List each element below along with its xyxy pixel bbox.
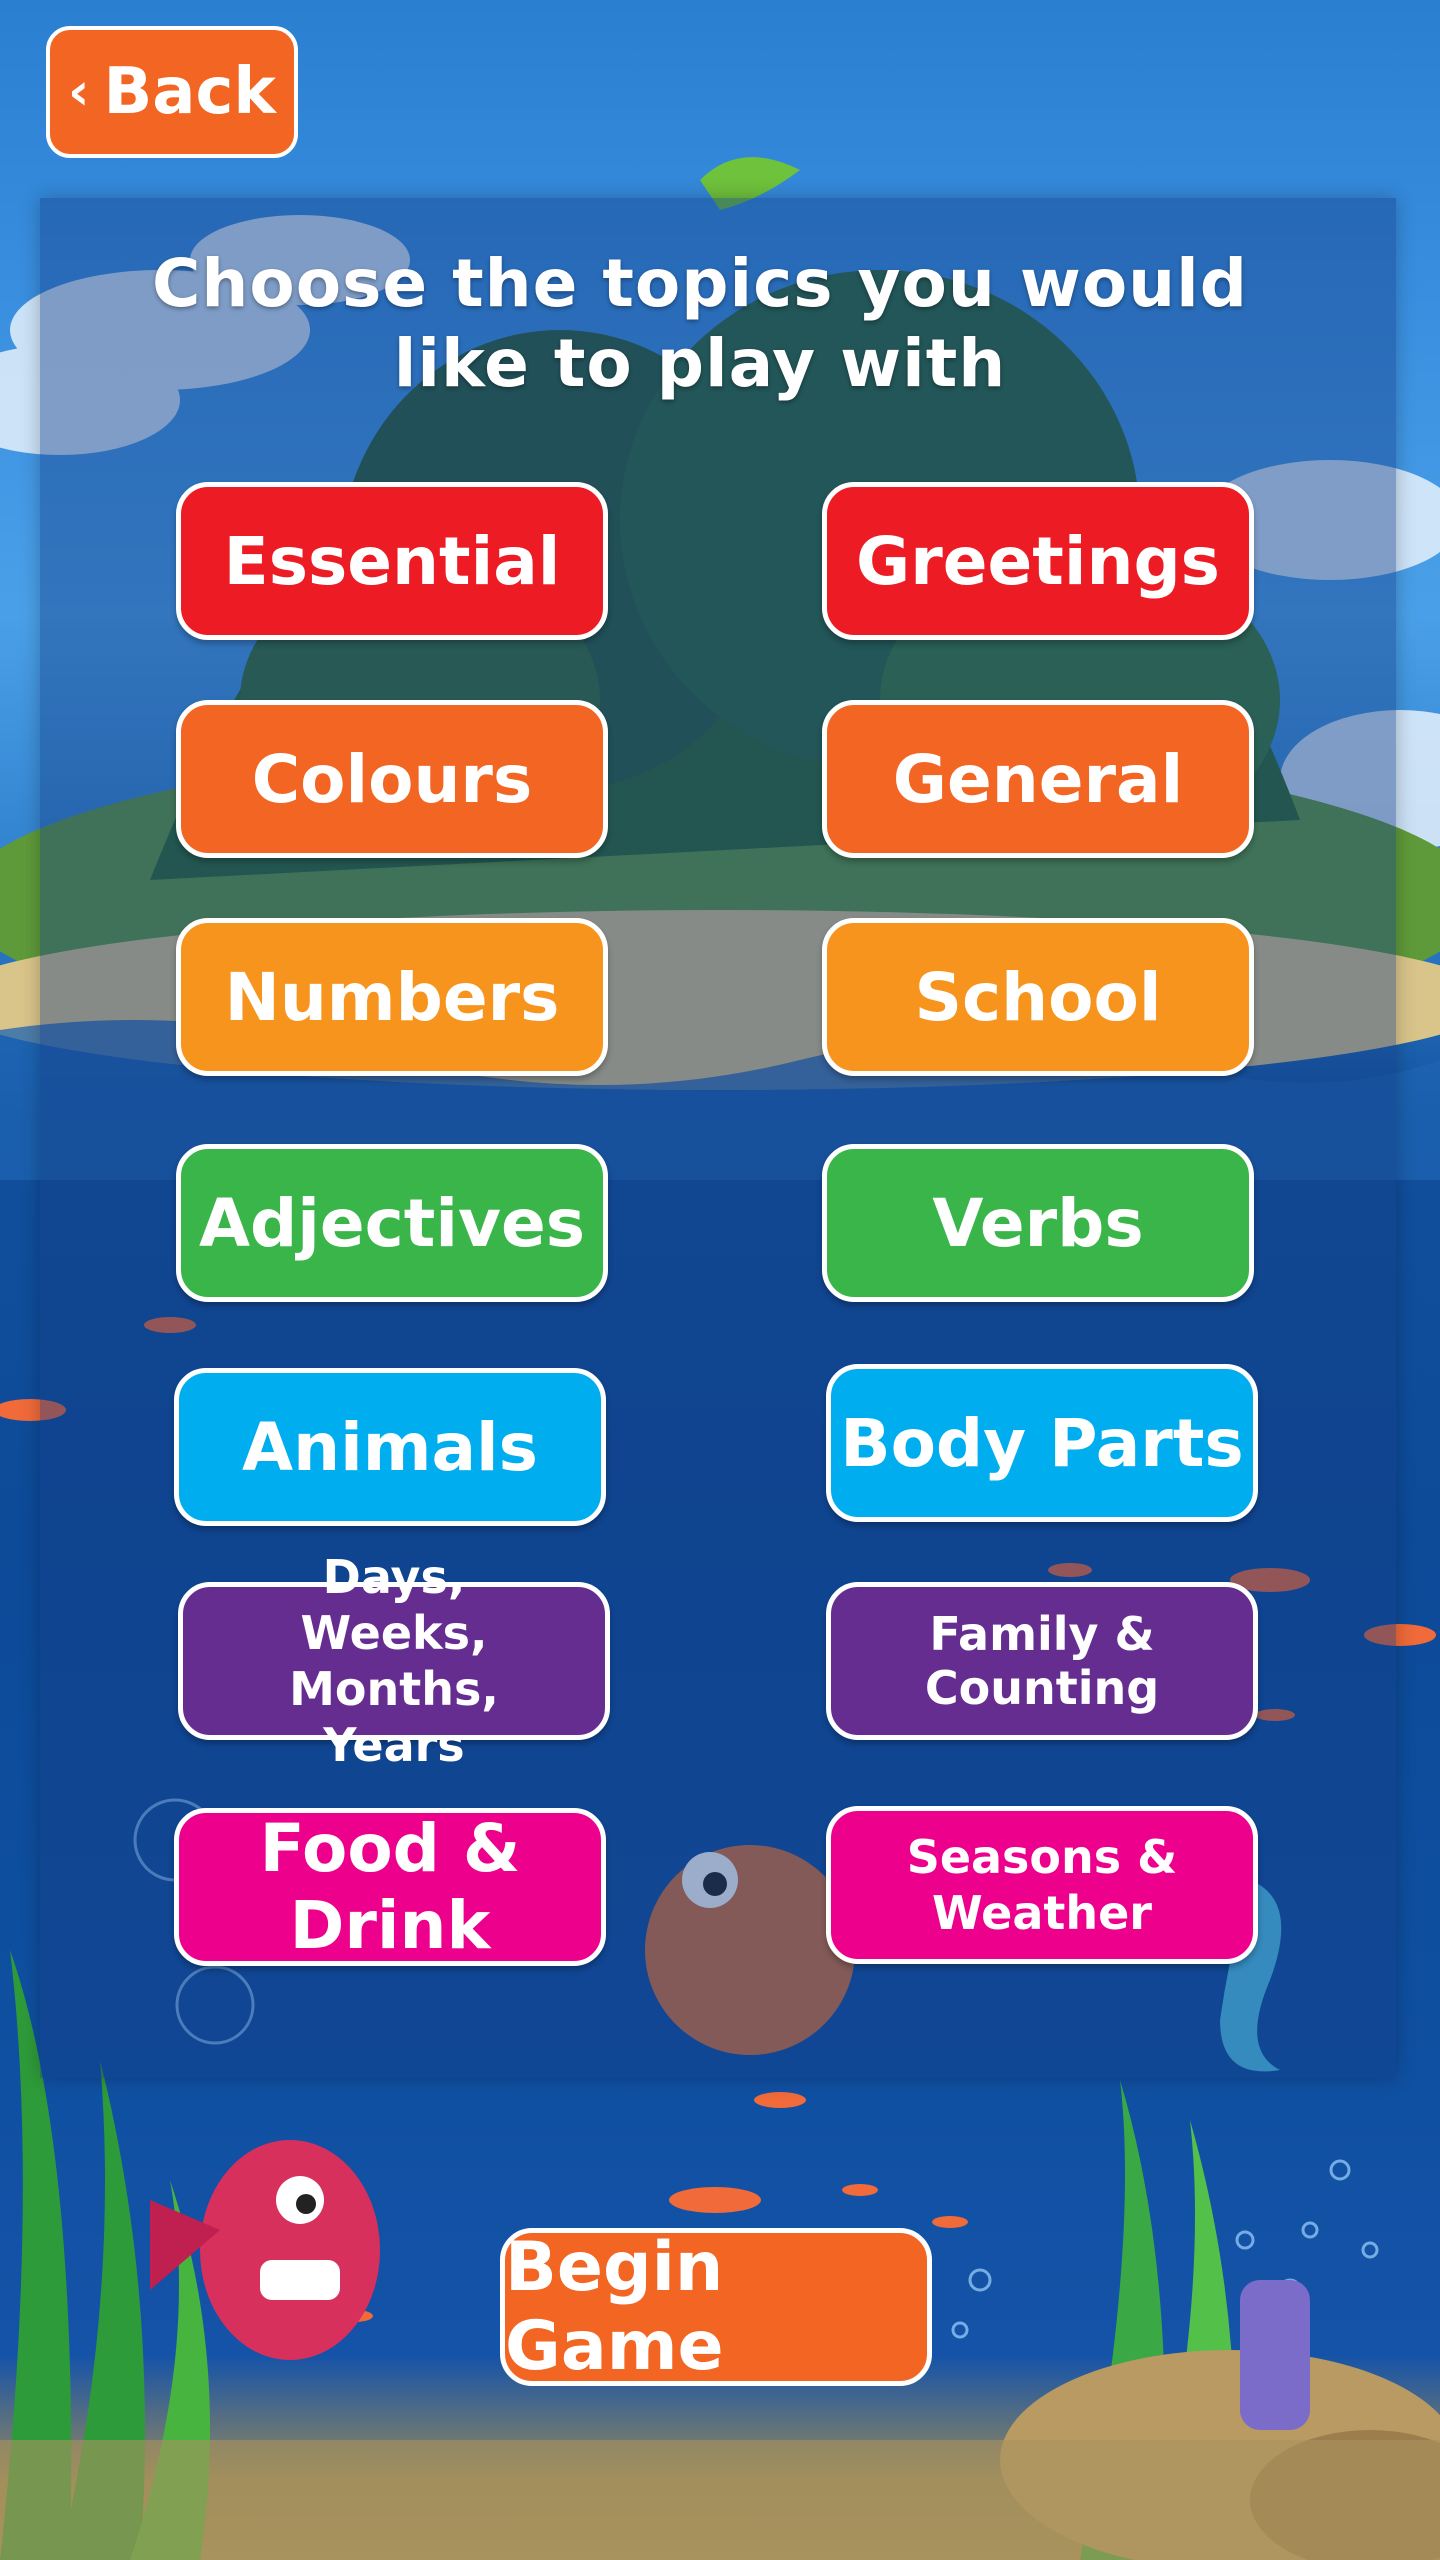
topic-adjectives-button[interactable]: Adjectives (176, 1144, 608, 1302)
topic-animals-button[interactable]: Animals (174, 1368, 606, 1526)
sand-floor (0, 2440, 1440, 2560)
topic-verbs-button[interactable]: Verbs (822, 1144, 1254, 1302)
topic-days-weeks-button[interactable]: Days, Weeks, Months, Years (178, 1550, 610, 1772)
topic-numbers-button[interactable]: Numbers (176, 918, 608, 1076)
back-button-label: Back (103, 55, 276, 129)
topics-panel (40, 198, 1396, 2078)
back-button[interactable]: ‹ Back (46, 26, 298, 158)
topic-colours-button[interactable]: Colours (176, 700, 608, 858)
topic-school-button[interactable]: School (822, 918, 1254, 1076)
topic-general-button[interactable]: General (822, 700, 1254, 858)
chevron-left-icon: ‹ (68, 62, 90, 122)
page-title: Choose the topics you would like to play… (151, 245, 1249, 402)
topic-essential-button[interactable]: Essential (176, 482, 608, 640)
topic-body-parts-button[interactable]: Body Parts (826, 1364, 1258, 1522)
topic-family-counting-button[interactable]: Family & Counting (826, 1582, 1258, 1740)
begin-game-button[interactable]: Begin Game (500, 2228, 932, 2386)
topic-food-drink-button[interactable]: Food & Drink (174, 1808, 606, 1966)
topic-seasons-weather-button[interactable]: Seasons & Weather (826, 1806, 1258, 1964)
topic-greetings-button[interactable]: Greetings (822, 482, 1254, 640)
